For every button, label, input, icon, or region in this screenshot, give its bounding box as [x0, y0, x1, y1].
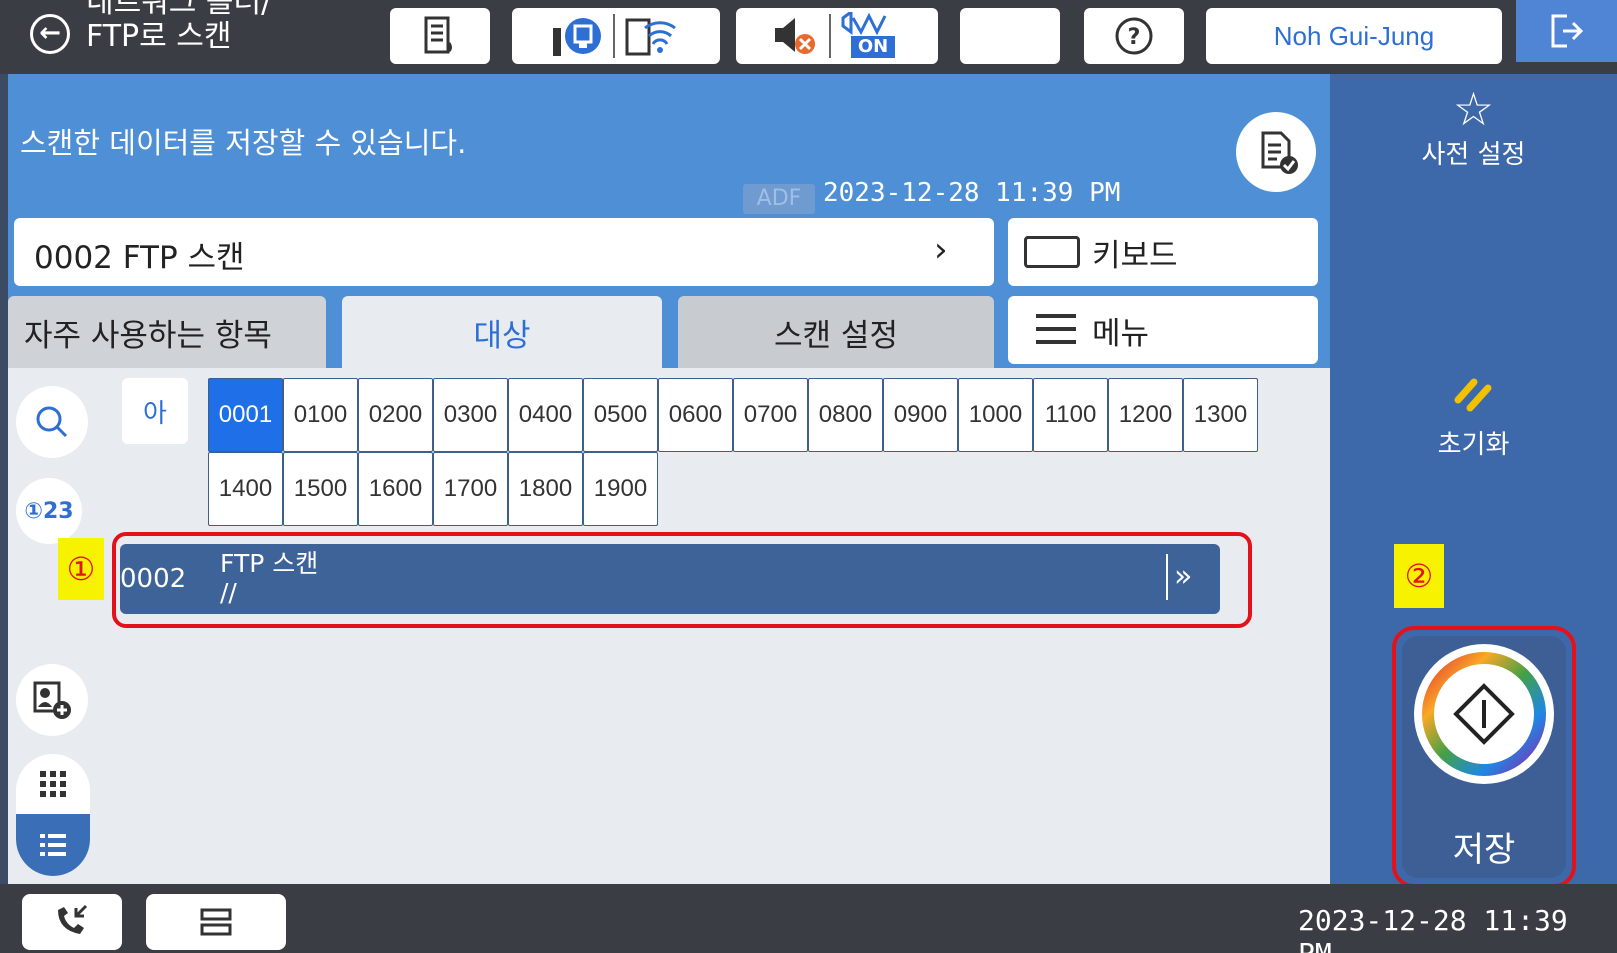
add-contact-button[interactable]: [16, 664, 88, 736]
sound-eco-button[interactable]: ON: [736, 8, 938, 64]
index-cell[interactable]: 0900: [883, 378, 958, 452]
top-bar: ← 네트워크 폴더/ FTP로 스캔 ON ? Noh Gui-Jung: [0, 0, 1617, 74]
index-cell[interactable]: 0700: [733, 378, 808, 452]
ink-icon: [424, 16, 452, 54]
preset-button[interactable]: ☆ 사전 설정: [1330, 84, 1617, 171]
wifi-icon: [625, 18, 676, 56]
list-view-icon: [40, 834, 66, 856]
add-contact-icon: [33, 681, 71, 719]
keyboard-icon: [1024, 236, 1080, 268]
ethernet-icon: [553, 18, 601, 56]
index-cell[interactable]: 0800: [808, 378, 883, 452]
reset-label: 초기화: [1437, 430, 1510, 460]
index-cell[interactable]: 1400: [208, 452, 283, 526]
tab-scan-settings[interactable]: 스캔 설정: [678, 296, 994, 368]
annotation-badge-2: ②: [1394, 544, 1444, 608]
list-view-button[interactable]: [16, 814, 90, 876]
user-account-button[interactable]: Noh Gui-Jung: [1206, 8, 1502, 64]
index-cell[interactable]: 1000: [958, 378, 1033, 452]
chevron-right-icon: ›: [934, 230, 948, 270]
index-cell[interactable]: 0200: [358, 378, 433, 452]
main-panel: 스캔한 데이터를 저장할 수 있습니다. ADF 2023-12-28 11:3…: [8, 74, 1330, 884]
right-sidebar: ☆ 사전 설정 초기화 저장: [1330, 74, 1617, 888]
adf-indicator: ADF: [743, 184, 815, 214]
tab-label: 스캔 설정: [774, 317, 898, 354]
connectivity-button[interactable]: [512, 8, 720, 64]
header-area: 스캔한 데이터를 저장할 수 있습니다. ADF 2023-12-28 11:3…: [8, 74, 1330, 368]
index-cell[interactable]: 0600: [658, 378, 733, 452]
tab-label: 자주 사용하는 항목: [24, 317, 272, 354]
menu-button[interactable]: 메뉴: [1008, 296, 1318, 364]
destination-value: 0002 FTP 스캔: [34, 240, 245, 276]
screen-title: 네트워크 폴더/ FTP로 스캔: [86, 0, 366, 54]
hamburger-menu-icon: [1036, 314, 1076, 353]
keyboard-label: 키보드: [1092, 238, 1178, 274]
index-cell[interactable]: 1900: [583, 452, 658, 526]
destination-field[interactable]: 0002 FTP 스캔 ›: [14, 218, 994, 286]
logout-icon: [1551, 14, 1583, 48]
fax-call-button[interactable]: [22, 894, 122, 950]
screen-title-line1: 네트워크 폴더/: [86, 0, 272, 20]
user-name: Noh Gui-Jung: [1273, 20, 1435, 51]
index-cell[interactable]: 0001: [208, 378, 283, 452]
alphabet-index-button[interactable]: 아: [122, 378, 188, 444]
job-queue-icon: [200, 908, 232, 936]
view-toggle[interactable]: [16, 754, 90, 876]
save-button[interactable]: 저장: [1402, 636, 1566, 878]
tab-destination[interactable]: 대상: [342, 296, 662, 368]
search-button[interactable]: [16, 386, 88, 458]
start-ring: [1414, 644, 1554, 784]
mute-speaker-icon: [775, 18, 815, 54]
eco-on-label: ON: [851, 36, 895, 58]
index-cell[interactable]: 1600: [358, 452, 433, 526]
keyboard-button[interactable]: 키보드: [1008, 218, 1318, 286]
highlight-frame-2: 저장: [1392, 626, 1576, 888]
separator: [829, 14, 831, 58]
annotation-badge-1: ①: [58, 538, 104, 600]
numeric-search-button[interactable]: ①23: [16, 478, 82, 544]
menu-label: 메뉴: [1092, 316, 1150, 352]
document-check-icon: [1261, 131, 1298, 174]
index-cell[interactable]: 1300: [1183, 378, 1258, 452]
index-cell[interactable]: 1500: [283, 452, 358, 526]
index-cell[interactable]: 1700: [433, 452, 508, 526]
scan-document-check-button[interactable]: [1236, 112, 1316, 192]
star-icon: ☆: [1452, 82, 1495, 136]
instruction-text: 스캔한 데이터를 저장할 수 있습니다.: [20, 126, 467, 160]
header-datetime: 2023-12-28 11:39 PM: [823, 178, 1121, 208]
reset-button[interactable]: 초기화: [1330, 374, 1617, 461]
index-cell[interactable]: 0500: [583, 378, 658, 452]
save-label: 저장: [1452, 830, 1516, 870]
help-button[interactable]: ?: [1084, 8, 1184, 64]
back-arrow-icon[interactable]: ←: [30, 14, 70, 54]
tab-label: 대상: [473, 317, 531, 354]
index-cell[interactable]: 1800: [508, 452, 583, 526]
index-cell[interactable]: 1100: [1033, 378, 1108, 452]
index-cell[interactable]: 0100: [283, 378, 358, 452]
svg-text:?: ?: [1128, 25, 1141, 50]
eco-mode-indicator: ON: [839, 12, 903, 60]
search-icon: [36, 406, 68, 438]
index-cell[interactable]: 0400: [508, 378, 583, 452]
screen-title-line2: FTP로 스캔: [86, 19, 232, 54]
index-cell[interactable]: 0300: [433, 378, 508, 452]
tab-frequent-items[interactable]: 자주 사용하는 항목: [8, 296, 326, 368]
index-cell[interactable]: 1200: [1108, 378, 1183, 452]
help-icon: ?: [1115, 17, 1153, 55]
bottom-bar: 2023-12-28 11:39 PM: [0, 884, 1617, 953]
start-icon: [1422, 652, 1546, 776]
bottom-datetime: 2023-12-28 11:39 PM: [1298, 904, 1568, 953]
reset-icon: [1454, 378, 1491, 412]
logout-button[interactable]: [1516, 0, 1617, 62]
sleep-button[interactable]: [960, 8, 1060, 64]
separator: [613, 14, 615, 58]
grid-view-icon: [40, 771, 66, 797]
moon-icon: [1001, 20, 1017, 52]
grid-view-button[interactable]: [16, 754, 90, 814]
preset-label: 사전 설정: [1421, 140, 1526, 170]
ink-status-button[interactable]: [390, 8, 490, 64]
job-status-button[interactable]: [146, 894, 286, 950]
phone-incoming-icon: [58, 904, 88, 934]
highlight-frame-1: [112, 532, 1252, 628]
